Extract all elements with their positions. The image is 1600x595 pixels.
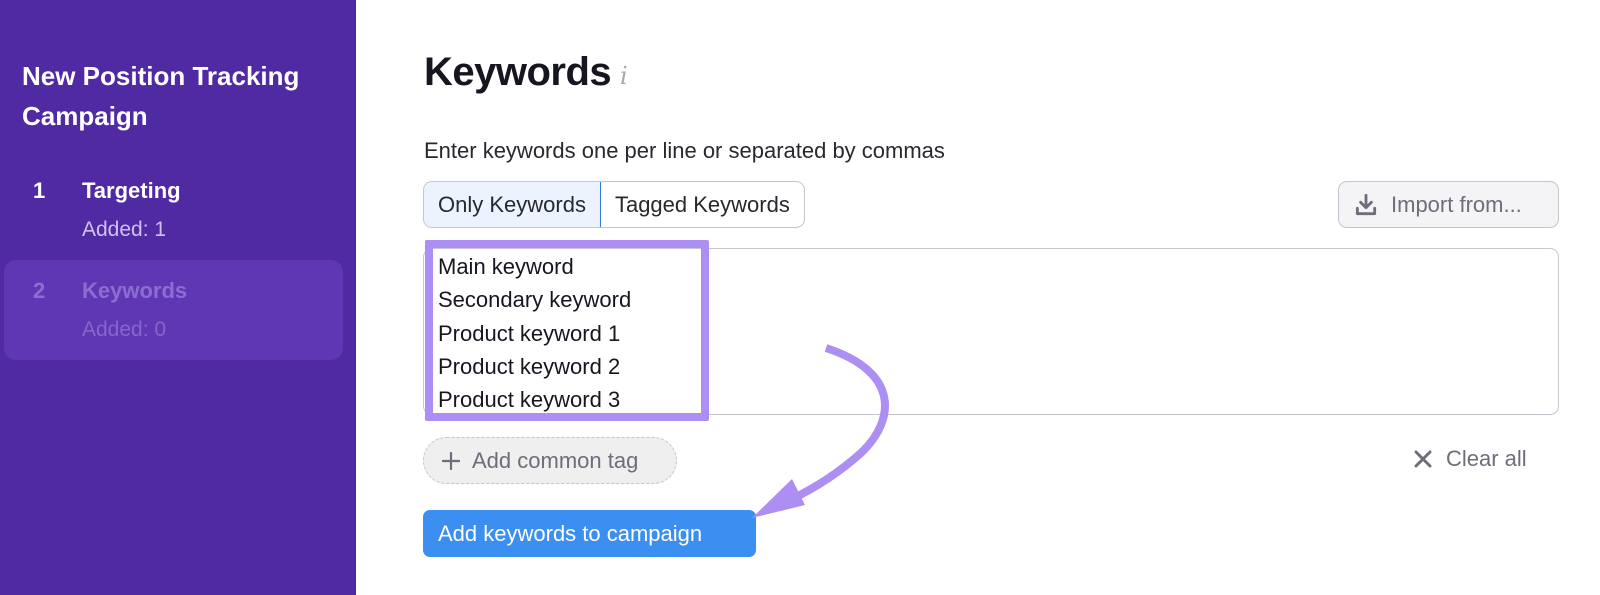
keyword-list: Main keyword Secondary keyword Product k… [438,250,631,416]
step-targeting[interactable]: 1 Targeting Added: 1 [4,160,343,260]
import-label: Import from... [1391,191,1522,217]
step-number: 1 [33,178,46,203]
step-label: Keywords [82,278,188,303]
keyword-line: Product keyword 2 [438,353,621,379]
keyword-line: Main keyword [438,254,574,279]
add-common-tag-button[interactable]: Add common tag [423,437,677,484]
campaign-title: New Position Tracking Campaign [22,61,300,131]
add-tag-label: Add common tag [472,447,639,473]
clear-all-button[interactable]: Clear all [1414,446,1527,472]
import-button[interactable]: Import from... [1338,181,1559,228]
keyword-line: Secondary keyword [438,287,632,313]
sidebar: New Position Tracking Campaign 1 Targeti… [0,0,356,595]
info-icon[interactable]: i [620,62,628,90]
step-count: Added: 1 [82,218,167,241]
keyword-mode-tabs: Only Keywords Tagged Keywords [423,181,805,228]
tab-only-keywords[interactable]: Only Keywords [423,182,601,227]
instructions-text: Enter keywords one per line or separated… [424,138,945,163]
step-keywords[interactable]: 2 Keywords Added: 0 [4,260,343,360]
step-label: Targeting [82,178,181,203]
step-count: Added: 0 [82,318,167,341]
plus-icon [442,451,460,470]
keyword-line: Product keyword 1 [438,320,621,346]
close-icon [1414,450,1432,468]
page-title: Keywords [424,50,612,94]
keyword-line: Product keyword 3 [438,387,621,413]
tab-tagged-keywords[interactable]: Tagged Keywords [601,182,804,227]
download-icon [1355,193,1377,215]
clear-all-label: Clear all [1446,446,1527,471]
annotation-arrow-head [752,479,805,518]
add-keywords-to-campaign-button[interactable]: Add keywords to campaign [423,510,756,557]
step-number: 2 [33,278,46,303]
